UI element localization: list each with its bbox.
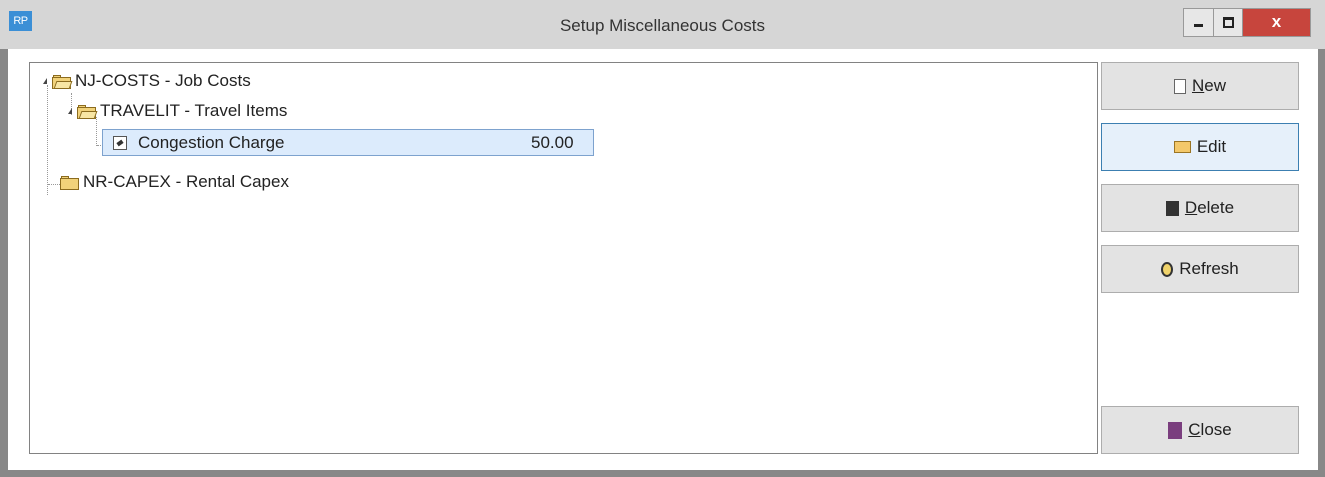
trash-icon xyxy=(1165,200,1179,216)
window-title: Setup Miscellaneous Costs xyxy=(559,16,766,35)
refresh-button[interactable]: Refresh xyxy=(1101,245,1299,293)
tree-node-nr-capex[interactable]: NR-CAPEX - Rental Capex xyxy=(83,172,289,192)
close-button-label: Close xyxy=(1188,420,1232,439)
refresh-button-label: Refresh xyxy=(1179,259,1239,278)
tree-node-label: Congestion Charge xyxy=(138,133,285,152)
delete-button-label: Delete xyxy=(1184,198,1235,217)
new-button-label: New xyxy=(1191,76,1226,95)
tree-connector xyxy=(48,184,60,185)
delete-button[interactable]: Delete xyxy=(1101,184,1299,232)
caption-buttons: x xyxy=(1183,8,1311,37)
cost-item-icon xyxy=(113,136,127,150)
folder-open-icon xyxy=(77,105,98,119)
close-window-button[interactable]: x xyxy=(1243,9,1310,36)
expand-toggle[interactable] xyxy=(68,108,72,114)
client-area: NJ-COSTS - Job Costs TRAVELIT - Travel I… xyxy=(8,49,1318,470)
folder-open-icon xyxy=(1173,141,1191,153)
refresh-icon xyxy=(1161,261,1174,277)
tree-connector xyxy=(96,117,97,146)
tree-node-value: 50.00 xyxy=(531,133,574,152)
close-icon: x xyxy=(1271,12,1282,31)
exit-icon xyxy=(1168,421,1183,439)
title-bar[interactable]: RP Setup Miscellaneous Costs x xyxy=(0,0,1325,49)
cost-tree[interactable]: NJ-COSTS - Job Costs TRAVELIT - Travel I… xyxy=(29,62,1098,454)
expand-toggle[interactable] xyxy=(43,78,47,84)
folder-icon xyxy=(60,176,80,190)
window: RP Setup Miscellaneous Costs x NJ-COSTS … xyxy=(0,0,1325,477)
new-button[interactable]: New xyxy=(1101,62,1299,110)
maximize-button[interactable] xyxy=(1214,9,1243,36)
close-button[interactable]: Close xyxy=(1101,406,1299,454)
edit-button-label: Edit xyxy=(1196,137,1227,156)
folder-open-icon xyxy=(52,75,73,89)
tree-node-travelit[interactable]: TRAVELIT - Travel Items xyxy=(100,101,287,121)
tree-node-nj-costs[interactable]: NJ-COSTS - Job Costs xyxy=(75,71,251,91)
tree-node-congestion-charge[interactable]: Congestion Charge 50.00 xyxy=(102,129,594,156)
tree-connector xyxy=(47,85,48,195)
minimize-button[interactable] xyxy=(1184,9,1214,36)
document-icon xyxy=(1173,78,1186,94)
edit-button[interactable]: Edit xyxy=(1101,123,1299,171)
